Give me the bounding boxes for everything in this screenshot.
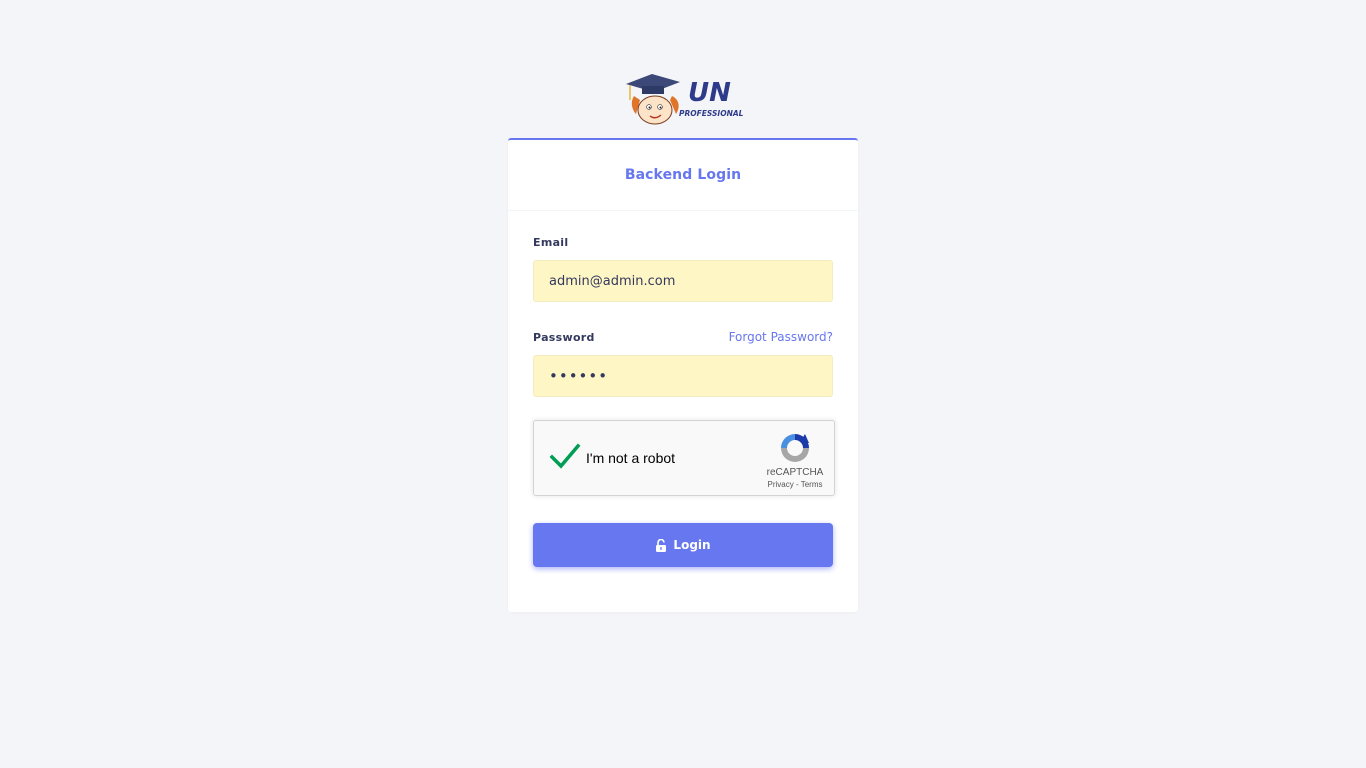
forgot-password-link[interactable]: Forgot Password? — [729, 330, 833, 344]
recaptcha-links: Privacy - Terms — [759, 480, 831, 489]
card-header: Backend Login — [508, 140, 858, 211]
recaptcha-brand: reCAPTCHA — [766, 467, 824, 478]
recaptcha-privacy-link[interactable]: Privacy — [768, 480, 794, 489]
logo-text: UN — [688, 78, 731, 108]
password-input[interactable] — [533, 355, 833, 397]
recaptcha-logo-icon — [778, 431, 812, 465]
recaptcha-label: I'm not a robot — [586, 450, 676, 466]
unlock-icon — [656, 538, 667, 552]
email-label: Email — [533, 236, 569, 249]
recaptcha-terms-link[interactable]: Terms — [801, 480, 823, 489]
login-button[interactable]: Login — [533, 523, 833, 567]
recaptcha-links-separator: - — [793, 480, 801, 489]
logo-subtext: PROFESSIONAL — [679, 109, 744, 118]
site-logo: UN PROFESSIONAL — [624, 70, 748, 126]
recaptcha-checkbox[interactable] — [548, 440, 582, 474]
recaptcha-widget: I'm not a robot reCAPTCHA Privacy - Term… — [533, 420, 835, 496]
login-button-label: Login — [673, 538, 711, 552]
checkmark-icon — [549, 443, 581, 469]
password-label: Password — [533, 331, 595, 344]
card-title: Backend Login — [624, 167, 742, 183]
login-card: Backend Login Email Password Forgot Pass… — [508, 138, 858, 612]
email-input[interactable] — [533, 260, 833, 302]
